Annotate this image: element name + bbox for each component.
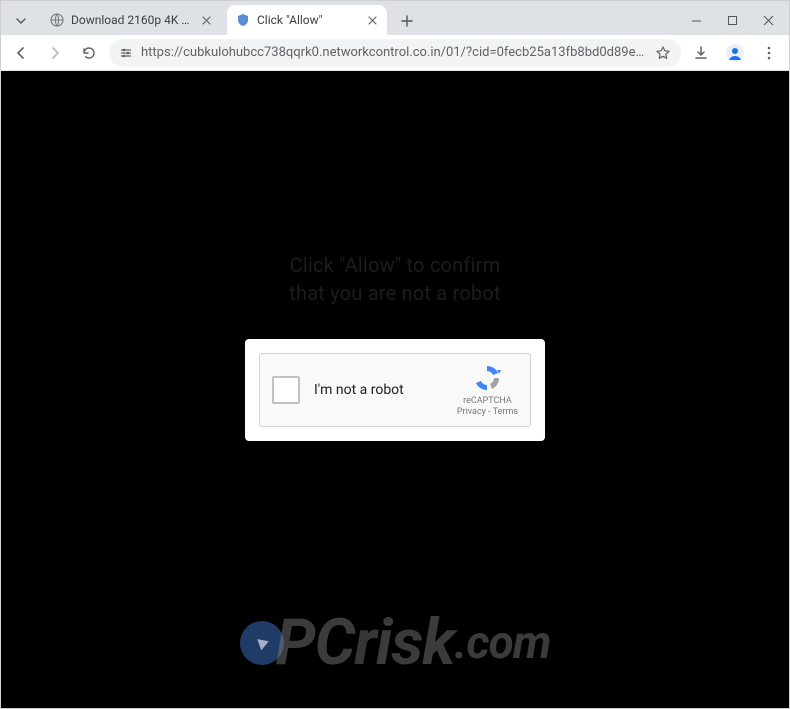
recaptcha-brand-text: reCAPTCHA (457, 396, 518, 407)
close-icon (202, 16, 211, 25)
window-controls (679, 5, 789, 35)
reload-icon (81, 45, 97, 61)
minimize-icon (691, 15, 702, 26)
reload-button[interactable] (75, 39, 103, 67)
recaptcha-widget[interactable]: I'm not a robot reCAPTCHA Privacy - Term… (259, 353, 531, 427)
arrow-left-icon (13, 45, 29, 61)
chevron-down-icon (15, 15, 27, 27)
close-icon (763, 15, 774, 26)
profile-icon (725, 43, 745, 63)
recaptcha-branding: reCAPTCHA Privacy - Terms (457, 362, 518, 418)
browser-menu-button[interactable] (755, 39, 783, 67)
prompt-text: Click "Allow" to confirm that you are no… (1, 251, 789, 307)
watermark-cursor-icon (240, 621, 284, 665)
tab-title: Download 2160p 4K YIFY Movi… (71, 13, 193, 27)
globe-icon (49, 12, 65, 28)
url-text: https://cubkulohubcc738qqrk0.networkcont… (141, 45, 647, 60)
window-maximize-button[interactable] (715, 6, 749, 34)
window-close-button[interactable] (751, 6, 785, 34)
window-minimize-button[interactable] (679, 6, 713, 34)
page-content: Click "Allow" to confirm that you are no… (1, 71, 789, 708)
star-icon (655, 45, 671, 61)
maximize-icon (727, 15, 738, 26)
watermark-text: PCrisk.com (276, 605, 551, 680)
plus-icon (401, 15, 413, 27)
prompt-line-1: Click "Allow" to confirm (1, 251, 789, 279)
download-icon (693, 45, 709, 61)
kebab-icon (761, 45, 777, 61)
recaptcha-checkbox[interactable] (272, 376, 300, 404)
site-info-button[interactable] (119, 46, 133, 60)
watermark-r: r (354, 605, 376, 680)
recaptcha-links[interactable]: Privacy - Terms (457, 407, 518, 418)
forward-button[interactable] (41, 39, 69, 67)
arrow-right-icon (47, 45, 63, 61)
downloads-button[interactable] (687, 39, 715, 67)
tab-title: Click "Allow" (257, 13, 359, 27)
profile-button[interactable] (721, 39, 749, 67)
tab-inactive[interactable]: Download 2160p 4K YIFY Movi… (41, 5, 221, 35)
prompt-line-2: that you are not a robot (1, 279, 789, 307)
back-button[interactable] (7, 39, 35, 67)
tune-icon (119, 46, 133, 60)
close-icon (368, 16, 377, 25)
browser-window: Download 2160p 4K YIFY Movi… Click "Allo… (0, 0, 790, 709)
tabs-dropdown-button[interactable] (7, 7, 35, 35)
recaptcha-label: I'm not a robot (314, 382, 443, 398)
bookmark-button[interactable] (655, 45, 671, 61)
tab-close-button[interactable] (365, 13, 379, 27)
watermark-suffix: isk (376, 605, 455, 680)
tab-strip: Download 2160p 4K YIFY Movi… Click "Allo… (1, 1, 789, 35)
tab-active[interactable]: Click "Allow" (227, 5, 387, 35)
browser-toolbar: https://cubkulohubcc738qqrk0.networkcont… (1, 35, 789, 71)
address-bar[interactable]: https://cubkulohubcc738qqrk0.networkcont… (109, 39, 681, 67)
recaptcha-icon (471, 362, 503, 394)
tab-close-button[interactable] (199, 13, 213, 27)
watermark-prefix: PC (276, 605, 355, 680)
watermark-dotcom: .com (454, 616, 550, 670)
shield-icon (235, 12, 251, 28)
watermark: PCrisk.com (21, 605, 769, 680)
captcha-card: I'm not a robot reCAPTCHA Privacy - Term… (245, 339, 545, 441)
new-tab-button[interactable] (393, 7, 421, 35)
